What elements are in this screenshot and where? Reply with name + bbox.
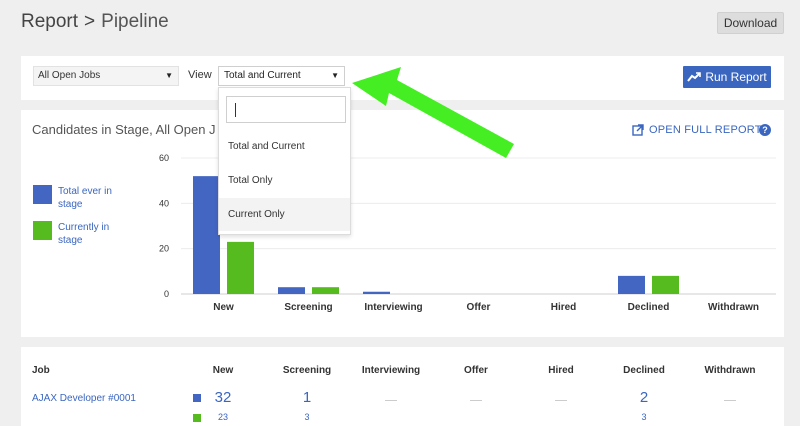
breadcrumb-separator: > xyxy=(84,11,96,32)
cell-empty-dash xyxy=(470,400,482,401)
dropdown-option-total-only[interactable]: Total Only xyxy=(219,164,350,197)
x-tick-label: Offer xyxy=(467,302,491,313)
run-report-button[interactable]: Run Report xyxy=(683,66,771,88)
dropdown-option-total-and-current[interactable]: Total and Current xyxy=(219,130,350,163)
x-tick-label: Withdrawn xyxy=(708,302,759,313)
view-dropdown-menu: Total and Current Total Only Current Onl… xyxy=(218,87,351,235)
chart-panel: Candidates in Stage, All Open J OPEN FUL… xyxy=(21,110,784,337)
row-total-swatch xyxy=(193,394,201,402)
y-tick-label: 20 xyxy=(159,244,169,254)
breadcrumb: Report > Pipeline xyxy=(21,11,169,33)
table-header-stage: Withdrawn xyxy=(704,365,756,376)
x-tick-label: Hired xyxy=(551,302,577,313)
text-cursor xyxy=(235,103,236,117)
bar-current xyxy=(312,287,339,294)
bar-current xyxy=(227,241,254,294)
x-tick-label: New xyxy=(213,302,234,313)
jobs-select-value: All Open Jobs xyxy=(38,70,101,81)
y-tick-label: 0 xyxy=(164,289,169,299)
view-select-value: Total and Current xyxy=(224,70,301,81)
dropdown-option-current-only[interactable]: Current Only xyxy=(219,198,350,231)
cell-current-count[interactable]: 3 xyxy=(304,412,309,422)
table-header-stage: Declined xyxy=(623,365,665,376)
caret-down-icon: ▼ xyxy=(331,71,339,80)
jobs-select[interactable]: All Open Jobs ▼ xyxy=(33,66,179,86)
job-link[interactable]: AJAX Developer #0001 xyxy=(32,393,136,404)
bar-total xyxy=(278,287,305,294)
bar-total xyxy=(618,275,645,294)
row-current-swatch xyxy=(193,414,201,422)
cell-total-count[interactable]: 32 xyxy=(215,389,232,406)
table-header-stage: Hired xyxy=(548,365,574,376)
breadcrumb-root[interactable]: Report xyxy=(21,11,78,33)
page-title: Pipeline xyxy=(101,11,169,32)
caret-down-icon: ▼ xyxy=(165,71,173,80)
table-header-stage: New xyxy=(212,365,234,376)
cell-empty-dash xyxy=(385,400,397,401)
run-report-label: Run Report xyxy=(705,70,767,84)
view-label: View xyxy=(188,69,212,81)
x-tick-label: Interviewing xyxy=(364,302,422,313)
table-header-stage: Interviewing xyxy=(361,365,421,376)
bar-total xyxy=(193,176,220,294)
cell-empty-dash xyxy=(724,400,736,401)
cell-current-count[interactable]: 23 xyxy=(218,412,228,422)
bar-current xyxy=(652,275,679,294)
pipeline-table: Job New Screening Interviewing Offer Hired De… xyxy=(21,347,784,426)
cell-current-count[interactable]: 3 xyxy=(641,412,646,422)
chart-icon xyxy=(687,72,702,82)
y-tick-label: 60 xyxy=(159,153,169,163)
y-tick-label: 40 xyxy=(159,198,169,208)
table-header-stage: Screening xyxy=(282,365,332,376)
table-header-job: Job xyxy=(32,365,50,376)
cell-empty-dash xyxy=(555,400,567,401)
x-tick-label: Declined xyxy=(628,302,670,313)
dropdown-search-input[interactable] xyxy=(226,96,346,123)
table-header-stage: Offer xyxy=(464,365,488,376)
filter-panel: All Open Jobs ▼ View Total and Current ▼… xyxy=(21,56,784,100)
cell-total-count[interactable]: 2 xyxy=(640,389,648,406)
cell-total-count[interactable]: 1 xyxy=(303,389,311,406)
view-select[interactable]: Total and Current ▼ xyxy=(218,66,345,86)
pipeline-bar-chart: 0 20 40 60 New Screening Interviewing Offer Hire… xyxy=(159,153,776,313)
bar-total xyxy=(363,291,390,294)
page-header: Report > Pipeline Download xyxy=(0,0,800,48)
download-button[interactable]: Download xyxy=(717,12,784,34)
x-tick-label: Screening xyxy=(284,302,332,313)
